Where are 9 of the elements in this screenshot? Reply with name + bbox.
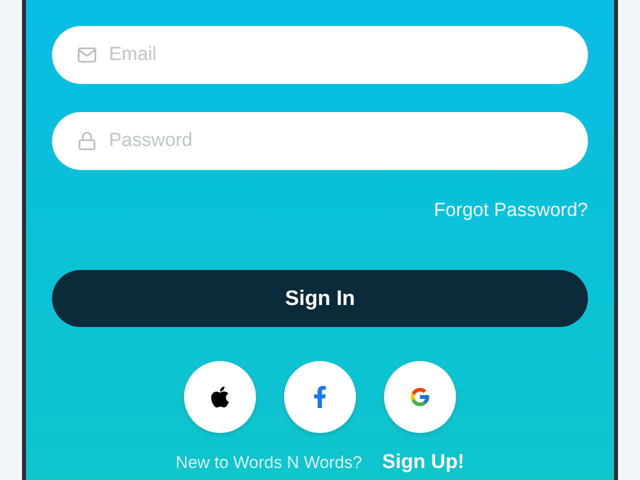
password-field[interactable]: Password xyxy=(52,112,588,170)
lock-icon xyxy=(77,131,97,151)
sign-up-link[interactable]: Sign Up! xyxy=(382,451,464,474)
sign-up-prompt: New to Words N Words? xyxy=(176,453,362,473)
sign-in-button[interactable]: Sign In xyxy=(52,270,588,327)
forgot-password-link[interactable]: Forgot Password? xyxy=(434,200,588,222)
google-icon xyxy=(409,386,431,408)
mail-icon xyxy=(77,45,97,65)
email-field[interactable]: Email xyxy=(52,26,588,84)
